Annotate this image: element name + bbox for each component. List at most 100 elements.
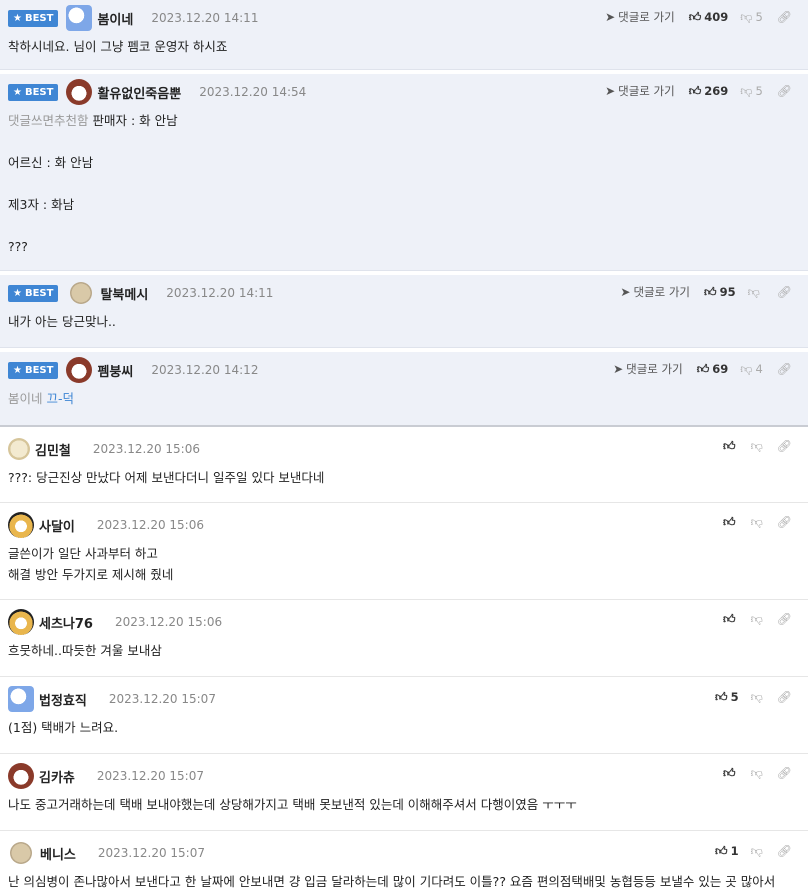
comment-body: 나도 중고거래하는데 택배 보내야했는데 상당해가지고 택배 못보낸적 있는데 … xyxy=(8,797,577,812)
link-icon[interactable]: 🔗︎ xyxy=(777,516,792,528)
nickname[interactable]: 김카츄 xyxy=(39,767,75,786)
comment: 김카츄 2023.12.20 15:07 👍︎ 👎︎ 🔗︎ 나도 중고거래하는데… xyxy=(0,758,808,831)
goto-comment-button[interactable]: ➤ 댓글로 가기 xyxy=(613,361,683,377)
timestamp: 2023.12.20 15:06 xyxy=(114,615,223,629)
nickname[interactable]: 세츠나76 xyxy=(39,613,93,632)
thumbs-down-icon: 👎︎ xyxy=(740,362,753,376)
upvote-button[interactable]: 👍︎ 1 xyxy=(715,844,739,858)
thumbs-down-icon: 👎︎ xyxy=(747,285,760,299)
upvote-button[interactable]: 👍︎ 69 xyxy=(697,362,729,376)
nickname[interactable]: 사달이 xyxy=(39,516,75,535)
thumbs-down-icon: 👎︎ xyxy=(750,515,763,529)
avatar[interactable] xyxy=(8,686,34,712)
goto-comment-button[interactable]: ➤ 댓글로 가기 xyxy=(605,9,675,25)
comment-header: ★ BEST 펨붕씨 2023.12.20 14:12 ➤ 댓글로 가기 👍︎ 69 … xyxy=(8,352,800,388)
arrow-icon: ➤ xyxy=(613,362,624,376)
avatar[interactable] xyxy=(8,763,34,789)
nickname[interactable]: 활유없인죽음뿐 xyxy=(97,83,181,102)
link-icon[interactable]: 🔗︎ xyxy=(777,691,792,703)
comment: 사달이 2023.12.20 15:06 👍︎ 👎︎ 🔗︎ 글쓴이가 일단 사과… xyxy=(0,507,808,600)
avatar[interactable] xyxy=(70,282,93,304)
downvote-button[interactable]: 👎︎ xyxy=(748,286,763,298)
comment-header: 사달이 2023.12.20 15:06 👍︎ 👎︎ 🔗︎ xyxy=(8,507,800,543)
avatar[interactable] xyxy=(8,438,30,460)
timestamp: 2023.12.20 15:07 xyxy=(108,692,216,706)
timestamp: 2023.12.20 14:11 xyxy=(151,11,259,25)
best-comment: ★ BEST 탈북메시 2023.12.20 14:11 ➤ 댓글로 가기 👍︎ 95… xyxy=(0,275,808,348)
timestamp: 2023.12.20 14:12 xyxy=(151,363,259,377)
comment-header: 김민철 2023.12.20 15:06 👍︎ 👎︎ 🔗︎ xyxy=(8,431,800,467)
nickname[interactable]: 펨붕씨 xyxy=(97,361,133,380)
upvote-button[interactable]: 👍︎ 269 xyxy=(689,84,729,98)
downvote-button[interactable]: 👎︎ 5 xyxy=(740,10,763,24)
star-icon: ★ xyxy=(13,364,22,376)
avatar[interactable] xyxy=(66,79,93,105)
downvote-button[interactable]: 👎︎ xyxy=(751,845,763,857)
thumbs-up-icon: 👍︎ xyxy=(723,766,736,780)
mention[interactable]: 봄이네 xyxy=(8,391,43,406)
timestamp: 2023.12.20 14:11 xyxy=(166,286,274,300)
comment-body: 댓글쓰면추천함 판매자 : 화 안남 어르신 : 화 안남 제3자 : 화남 ?… xyxy=(8,113,178,254)
thumbs-down-icon: 👎︎ xyxy=(750,766,763,780)
upvote-button[interactable]: 👍︎ 5 xyxy=(715,690,739,704)
link-icon[interactable]: 🔗︎ xyxy=(777,363,792,375)
link-icon[interactable]: 🔗︎ xyxy=(777,767,792,779)
comment-actions: ➤ 댓글로 가기 👍︎ 69 👎︎ 4 🔗︎ xyxy=(613,361,792,377)
downvote-button[interactable]: 👎︎ xyxy=(751,691,763,703)
comment-actions: 👍︎ 👎︎ 🔗︎ xyxy=(723,516,792,528)
thumbs-up-icon: 👍︎ xyxy=(723,439,736,453)
downvote-button[interactable]: 👎︎ xyxy=(751,440,763,452)
link-icon[interactable]: 🔗︎ xyxy=(777,286,792,298)
best-comment: ★ BEST 봄이네 2023.12.20 14:11 ➤ 댓글로 가기 👍︎ 409… xyxy=(0,0,808,70)
nickname[interactable]: 탈북메시 xyxy=(100,284,148,303)
upvote-button[interactable]: 👍︎ xyxy=(723,440,739,452)
link-icon[interactable]: 🔗︎ xyxy=(777,845,792,857)
star-icon: ★ xyxy=(13,12,22,24)
upvote-button[interactable]: 👍︎ xyxy=(723,767,739,779)
comment-actions: ➤ 댓글로 가기 👍︎ 409 👎︎ 5 🔗︎ xyxy=(605,9,792,25)
upvote-button[interactable]: 👍︎ xyxy=(723,516,739,528)
nickname[interactable]: 김민철 xyxy=(35,440,71,459)
downvote-button[interactable]: 👎︎ 5 xyxy=(740,84,763,98)
comment: 법정효직 2023.12.20 15:07 👍︎ 5 👎︎ 🔗︎ (1점) 택배가… xyxy=(0,681,808,754)
prefix-tag: 댓글쓰면추천함 xyxy=(8,113,89,128)
downvote-button[interactable]: 👎︎ 4 xyxy=(740,362,763,376)
avatar[interactable] xyxy=(8,512,34,538)
nickname[interactable]: 법정효직 xyxy=(39,690,87,709)
thumbs-up-icon: 👍︎ xyxy=(688,84,702,98)
link-icon[interactable]: 🔗︎ xyxy=(777,11,792,23)
upvote-button[interactable]: 👍︎ 95 xyxy=(704,285,736,299)
comment-header: ★ BEST 탈북메시 2023.12.20 14:11 ➤ 댓글로 가기 👍︎ 95… xyxy=(8,275,800,311)
best-badge: ★ BEST xyxy=(8,361,59,379)
upvote-button[interactable]: 👍︎ 409 xyxy=(689,10,729,24)
goto-comment-button[interactable]: ➤ 댓글로 가기 xyxy=(620,284,690,300)
nickname[interactable]: 베니스 xyxy=(40,844,76,863)
nickname[interactable]: 봄이네 xyxy=(97,9,133,28)
link-icon[interactable]: 🔗︎ xyxy=(777,440,792,452)
goto-comment-button[interactable]: ➤ 댓글로 가기 xyxy=(605,83,675,99)
avatar[interactable] xyxy=(66,357,93,383)
downvote-button[interactable]: 👎︎ xyxy=(751,613,763,625)
star-icon: ★ xyxy=(13,287,22,299)
comment-header: ★ BEST 활유없인죽음뿐 2023.12.20 14:54 ➤ 댓글로 가기 👍… xyxy=(8,74,800,110)
timestamp: 2023.12.20 15:06 xyxy=(96,518,204,532)
comment-body: 내가 아는 당근맞나.. xyxy=(8,314,116,329)
comment: 베니스 2023.12.20 15:07 👍︎ 1 👎︎ 🔗︎ 난 의심병이 존나… xyxy=(0,835,808,893)
avatar[interactable] xyxy=(66,5,93,31)
avatar[interactable] xyxy=(10,842,32,864)
comment-header: 베니스 2023.12.20 15:07 👍︎ 1 👎︎ 🔗︎ xyxy=(8,835,800,871)
thumbs-up-icon: 👍︎ xyxy=(723,515,736,529)
comment-actions: ➤ 댓글로 가기 👍︎ 95 👎︎ 🔗︎ xyxy=(620,284,792,300)
comment-actions: 👍︎ 👎︎ 🔗︎ xyxy=(723,767,792,779)
comment-actions: 👍︎ 👎︎ 🔗︎ xyxy=(723,440,792,452)
comment-body: 착하시네요. 님이 그냥 펨코 운영자 하시죠 xyxy=(8,39,228,54)
downvote-button[interactable]: 👎︎ xyxy=(751,516,763,528)
avatar[interactable] xyxy=(8,609,34,635)
link-icon[interactable]: 🔗︎ xyxy=(777,85,792,97)
link-icon[interactable]: 🔗︎ xyxy=(777,613,792,625)
downvote-button[interactable]: 👎︎ xyxy=(751,767,763,779)
timestamp: 2023.12.20 15:06 xyxy=(92,442,200,456)
upvote-button[interactable]: 👍︎ xyxy=(723,613,739,625)
best-badge: ★ BEST xyxy=(8,9,59,27)
comment: 김민철 2023.12.20 15:06 👍︎ 👎︎ 🔗︎ ???: 당근진상 … xyxy=(0,431,808,503)
